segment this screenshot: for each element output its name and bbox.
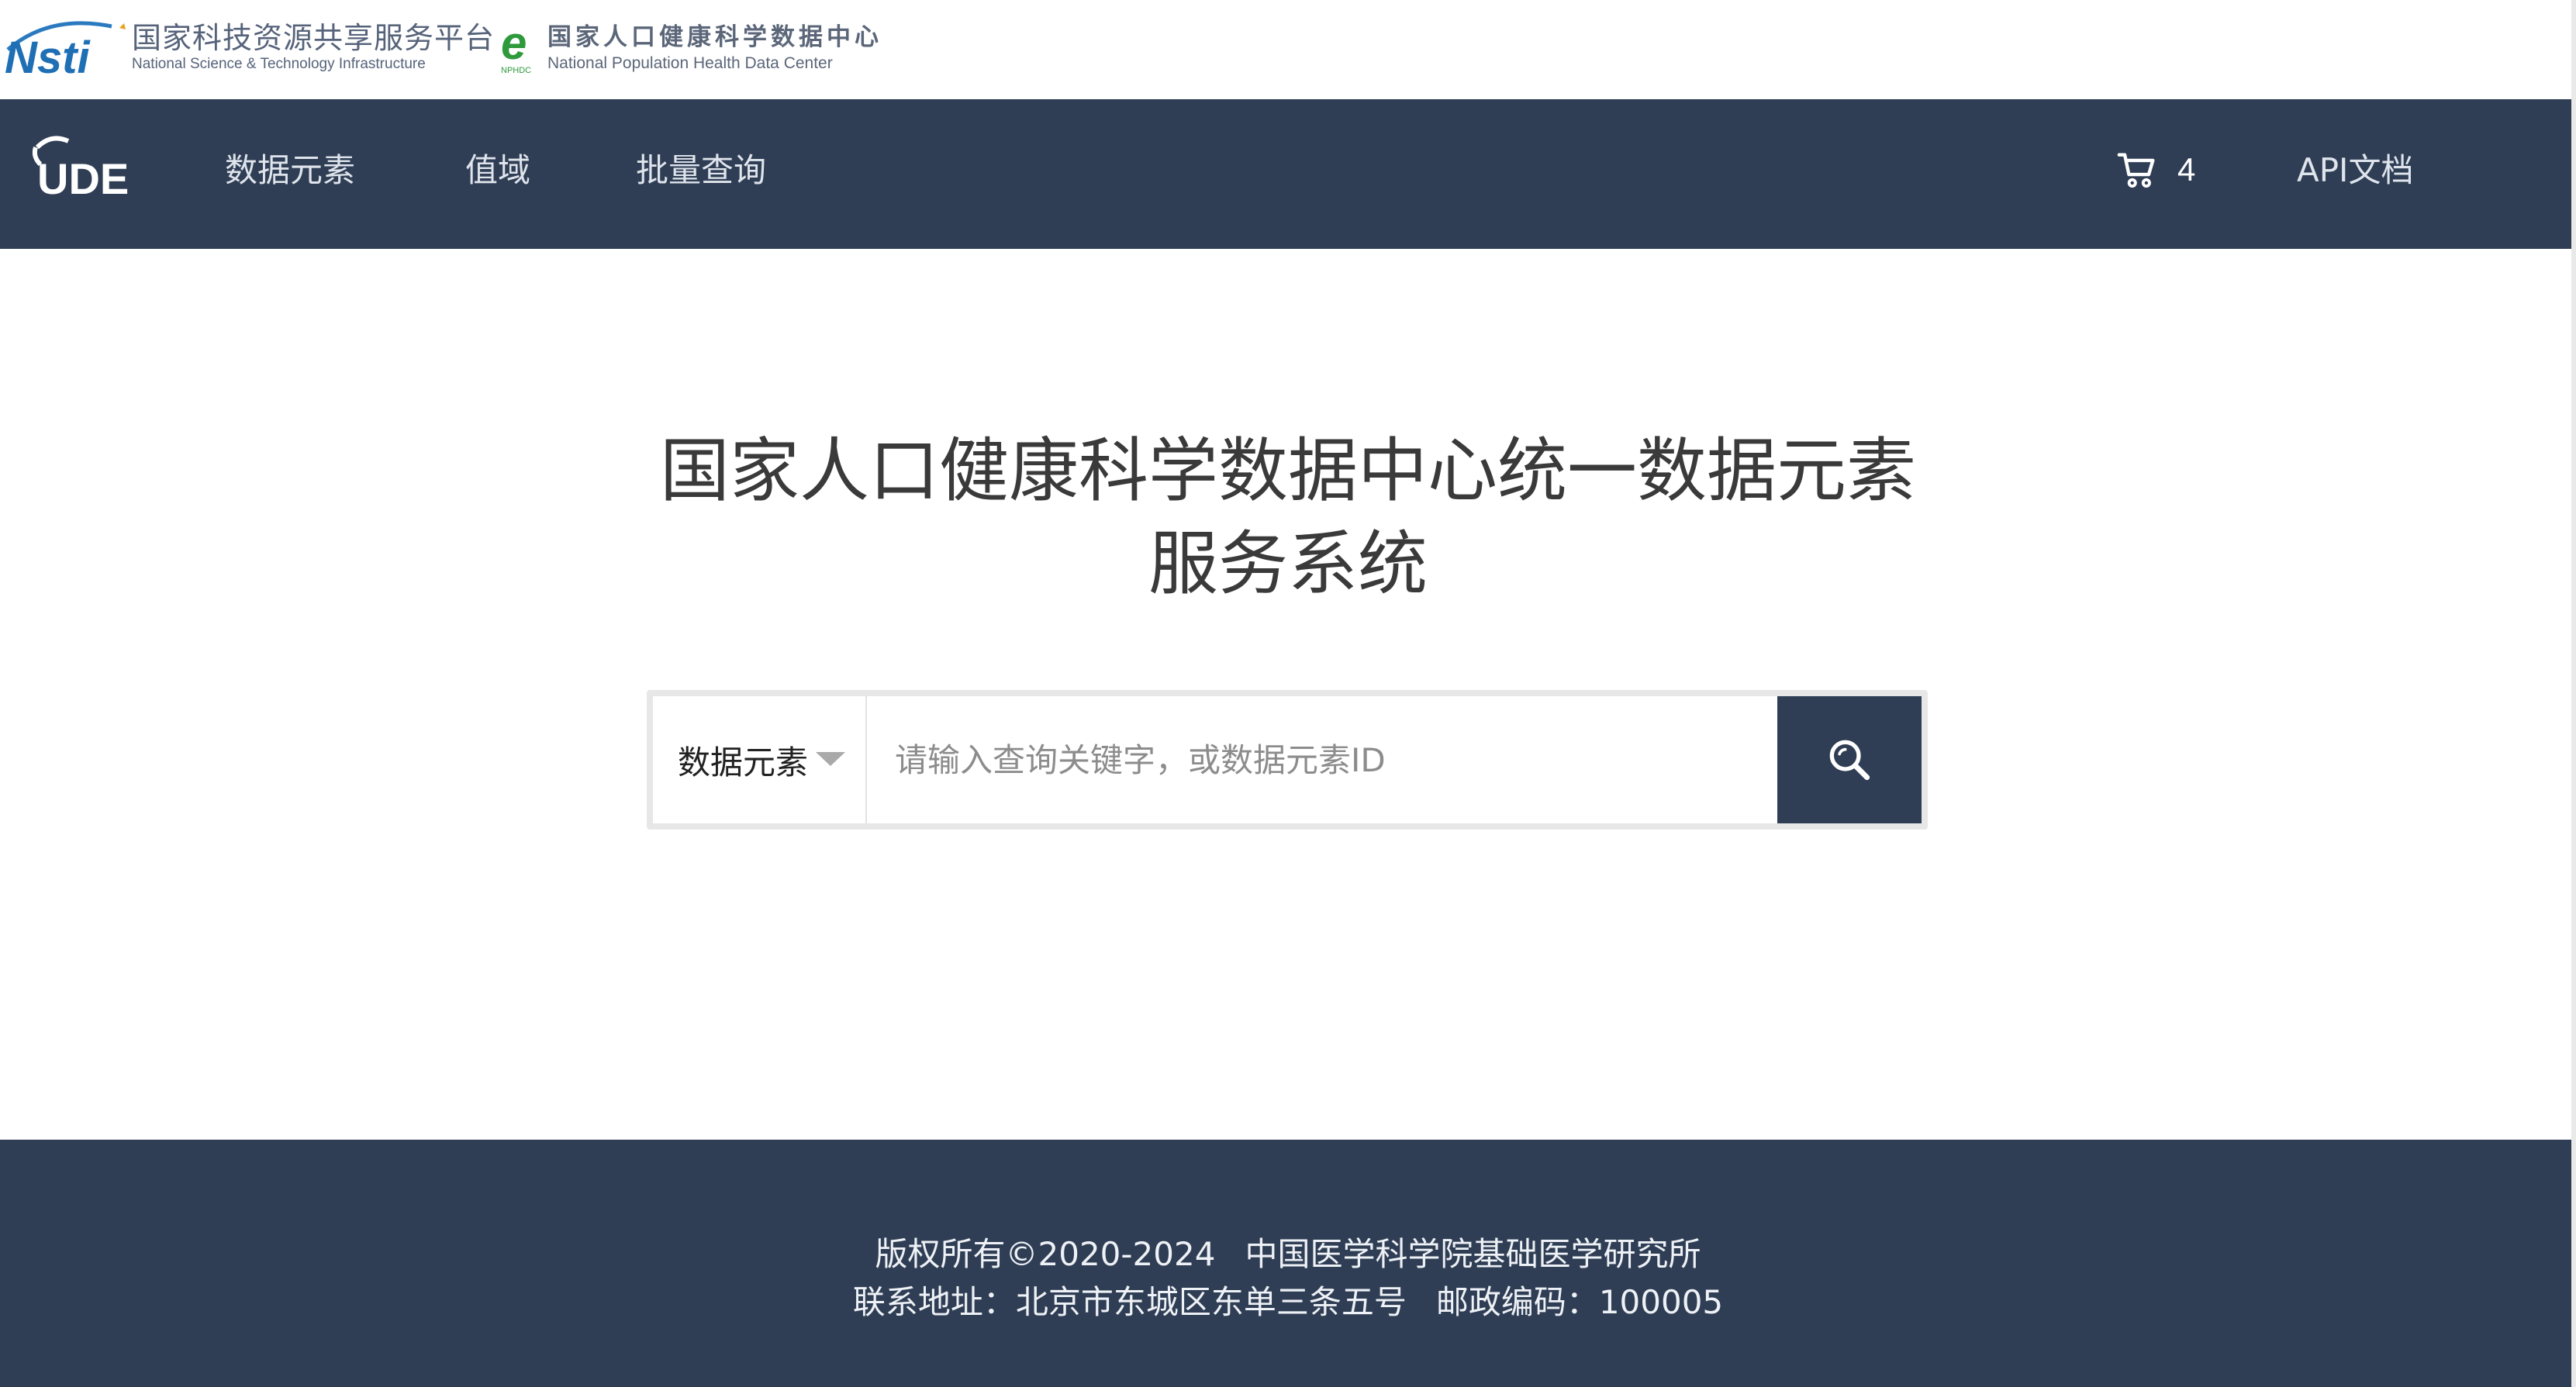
footer-institute: 中国医学科学院基础医学研究所 [1245, 1235, 1701, 1273]
search-inner: 数据元素 [653, 696, 1922, 823]
nsti-name-cn: 国家科技资源共享服务平台 [132, 21, 496, 55]
page-footer: 版权所有©2020-2024 中国医学科学院基础医学研究所 联系地址：北京市东城区… [0, 1140, 2576, 1387]
footer-address: 联系地址：北京市东城区东单三条五号 [852, 1283, 1407, 1321]
footer-postcode: 邮政编码：100005 [1435, 1283, 1724, 1321]
nphdc-logo-icon[interactable]: e NPHDC [499, 22, 546, 76]
chevron-down-icon [816, 752, 845, 766]
page-title-line2: 服务系统 [1148, 523, 1428, 605]
main-navbar: UDE 数据元素 值域 批量查询 4 API文档 [0, 99, 2576, 249]
top-logo-strip: Nsti 国家科技资源共享服务平台 National Science & Tec… [0, 0, 2576, 99]
nsti-name-en: National Science & Technology Infrastruc… [132, 56, 426, 72]
page-title: 国家人口健康科学数据中心统一数据元素 服务系统 [543, 425, 2033, 611]
search-type-label: 数据元素 [678, 743, 808, 781]
search-button[interactable] [1777, 696, 1922, 823]
svg-text:e: e [501, 22, 527, 69]
search-input[interactable] [867, 696, 1704, 823]
window-edge [2571, 0, 2576, 1387]
search-type-select[interactable]: 数据元素 [653, 696, 867, 823]
cart-icon [2117, 153, 2155, 188]
nav-batch-query[interactable]: 批量查询 [636, 147, 766, 194]
nav-data-elements[interactable]: 数据元素 [225, 147, 355, 194]
nphdc-logo-small: NPHDC [501, 66, 531, 75]
cart-count-badge: 4 [2177, 151, 2196, 188]
nsti-logo-text: Nsti [5, 33, 91, 79]
nsti-name: 国家科技资源共享服务平台 National Science & Technolo… [132, 20, 496, 73]
search-box: 数据元素 [647, 690, 1928, 830]
nphdc-name-en: National Population Health Data Center [547, 54, 833, 72]
nphdc-name: 国家人口健康科学数据中心 National Population Health … [547, 20, 904, 73]
footer-contact-line: 联系地址：北京市东城区东单三条五号 邮政编码：100005 [0, 1279, 2576, 1326]
ude-logo-text: UDE [37, 154, 129, 203]
footer-copyright: 版权所有©2020-2024 [875, 1235, 1216, 1273]
nav-value-domain[interactable]: 值域 [465, 147, 530, 194]
nav-api-docs[interactable]: API文档 [2297, 147, 2413, 194]
search-icon [1829, 740, 1870, 781]
footer-copyright-line: 版权所有©2020-2024 中国医学科学院基础医学研究所 [0, 1231, 2576, 1278]
nphdc-name-cn: 国家人口健康科学数据中心 [547, 23, 882, 51]
cart-button[interactable]: 4 [2115, 143, 2195, 197]
page-title-line1: 国家人口健康科学数据中心统一数据元素 [660, 430, 1916, 512]
ude-logo-icon[interactable]: UDE [29, 130, 135, 208]
nsti-logo-icon[interactable]: Nsti [3, 19, 133, 79]
